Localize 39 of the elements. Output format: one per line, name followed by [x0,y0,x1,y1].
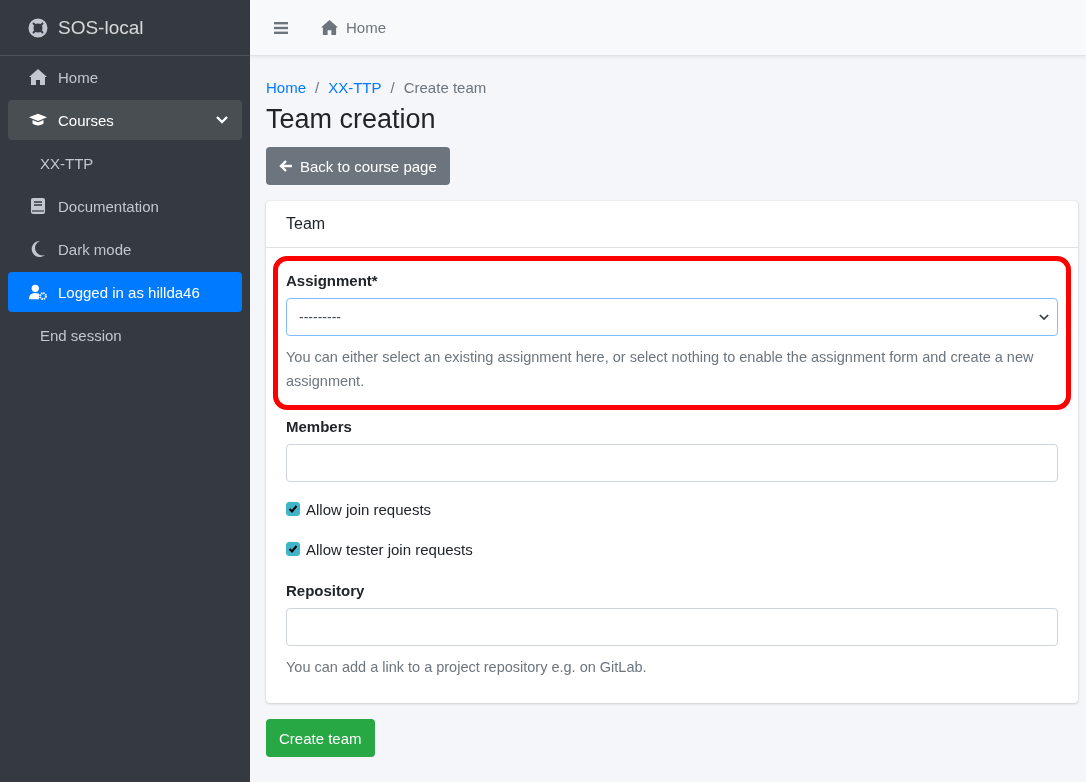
repository-label: Repository [286,582,366,599]
home-icon [28,68,48,86]
help-text: You can either select an existing assignment here, or select nothing to enable the assignment form and create a new assignment. [286,348,1035,391]
breadcrumb-link[interactable]: Home [266,78,306,96]
assignment-label: Assignment* [286,272,379,289]
breadcrumb-separator: / [315,78,320,96]
home-icon [320,19,339,36]
checkbox[interactable] [286,502,300,516]
repository-field[interactable] [286,608,1058,646]
sidebar-item[interactable]: Logged in as hillda46 [8,272,242,312]
members-field[interactable] [286,444,1058,482]
card-title: Team [286,215,326,233]
sidebar-item[interactable]: Courses [8,100,242,140]
graduation-cap-icon [28,112,48,128]
breadcrumb-separator: / [390,78,395,96]
back-button[interactable]: Back to course page [266,147,450,185]
sidebar-item[interactable]: End session [8,315,242,355]
breadcrumb-link[interactable]: XX-TTP [328,78,382,96]
lifebuoy-icon [28,17,48,38]
sidebar-item[interactable]: Dark mode [8,229,242,269]
user-gear-icon [28,283,48,301]
menu-icon[interactable] [274,21,288,34]
help-text: You can add a link to a project repository e.g. on GitLab. [286,658,648,677]
sidebar-item[interactable]: Documentation [8,186,242,226]
breadcrumb-current: Create team [403,78,487,96]
chevron-icon [216,116,228,124]
checkbox[interactable] [286,542,300,556]
checkbox-label: Allow tester join requests [306,540,473,558]
sidebar-item[interactable]: Home [8,57,242,97]
chevron-down-icon [1039,313,1049,321]
home-link[interactable]: Home [320,19,386,36]
checkbox-label: Allow join requests [306,500,432,518]
sidebar-item[interactable]: XX-TTP [8,143,242,183]
members-label: Members [286,418,353,435]
arrow-left-icon [279,159,293,173]
brand-title[interactable]: SOS-local [58,16,144,39]
assignment-select[interactable]: --------- [286,298,1058,336]
book-icon [28,197,48,215]
page-title: Team creation [266,104,437,135]
